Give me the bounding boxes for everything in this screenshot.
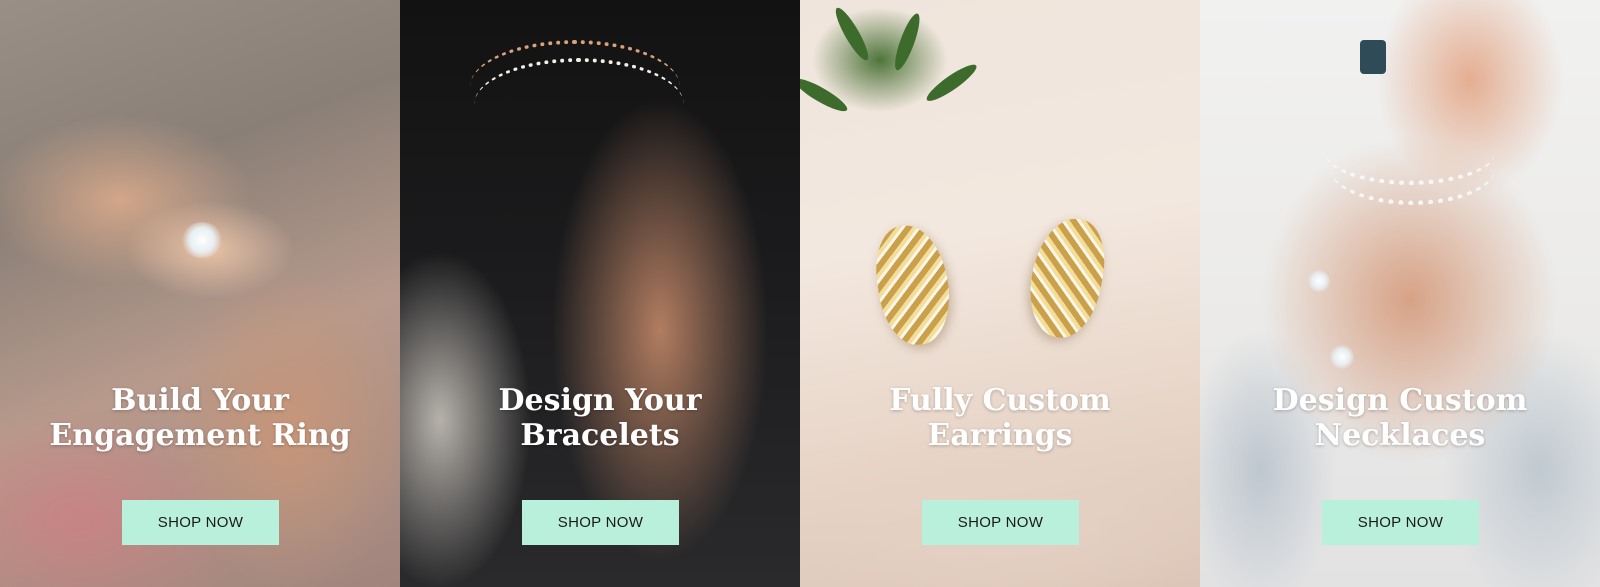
category-banner-strip: Build Your Engagement Ring SHOP NOW Desi… [0,0,1600,587]
necklaces-panel[interactable]: Design Custom Necklaces SHOP NOW [1200,0,1600,587]
shop-now-bracelets-button[interactable]: SHOP NOW [522,500,679,545]
shop-now-earrings-button[interactable]: SHOP NOW [922,500,1079,545]
shop-now-necklaces-button[interactable]: SHOP NOW [1322,500,1479,545]
earrings-panel[interactable]: Fully Custom Earrings SHOP NOW [800,0,1200,587]
bracelets-title: Design Your Bracelets [498,383,702,453]
earrings-title: Fully Custom Earrings [889,383,1111,453]
engagement-ring-panel[interactable]: Build Your Engagement Ring SHOP NOW [0,0,400,587]
shop-now-engagement-ring-button[interactable]: SHOP NOW [122,500,279,545]
necklaces-photo [1200,0,1600,587]
engagement-ring-photo [0,0,400,587]
left-earring-icon [869,220,957,350]
necklaces-title: Design Custom Necklaces [1272,383,1528,453]
bracelets-panel[interactable]: Design Your Bracelets SHOP NOW [400,0,800,587]
right-earring-icon [1022,212,1112,344]
earrings-photo [800,0,1200,587]
bracelets-photo [400,0,800,587]
engagement-ring-title: Build Your Engagement Ring [49,383,351,453]
